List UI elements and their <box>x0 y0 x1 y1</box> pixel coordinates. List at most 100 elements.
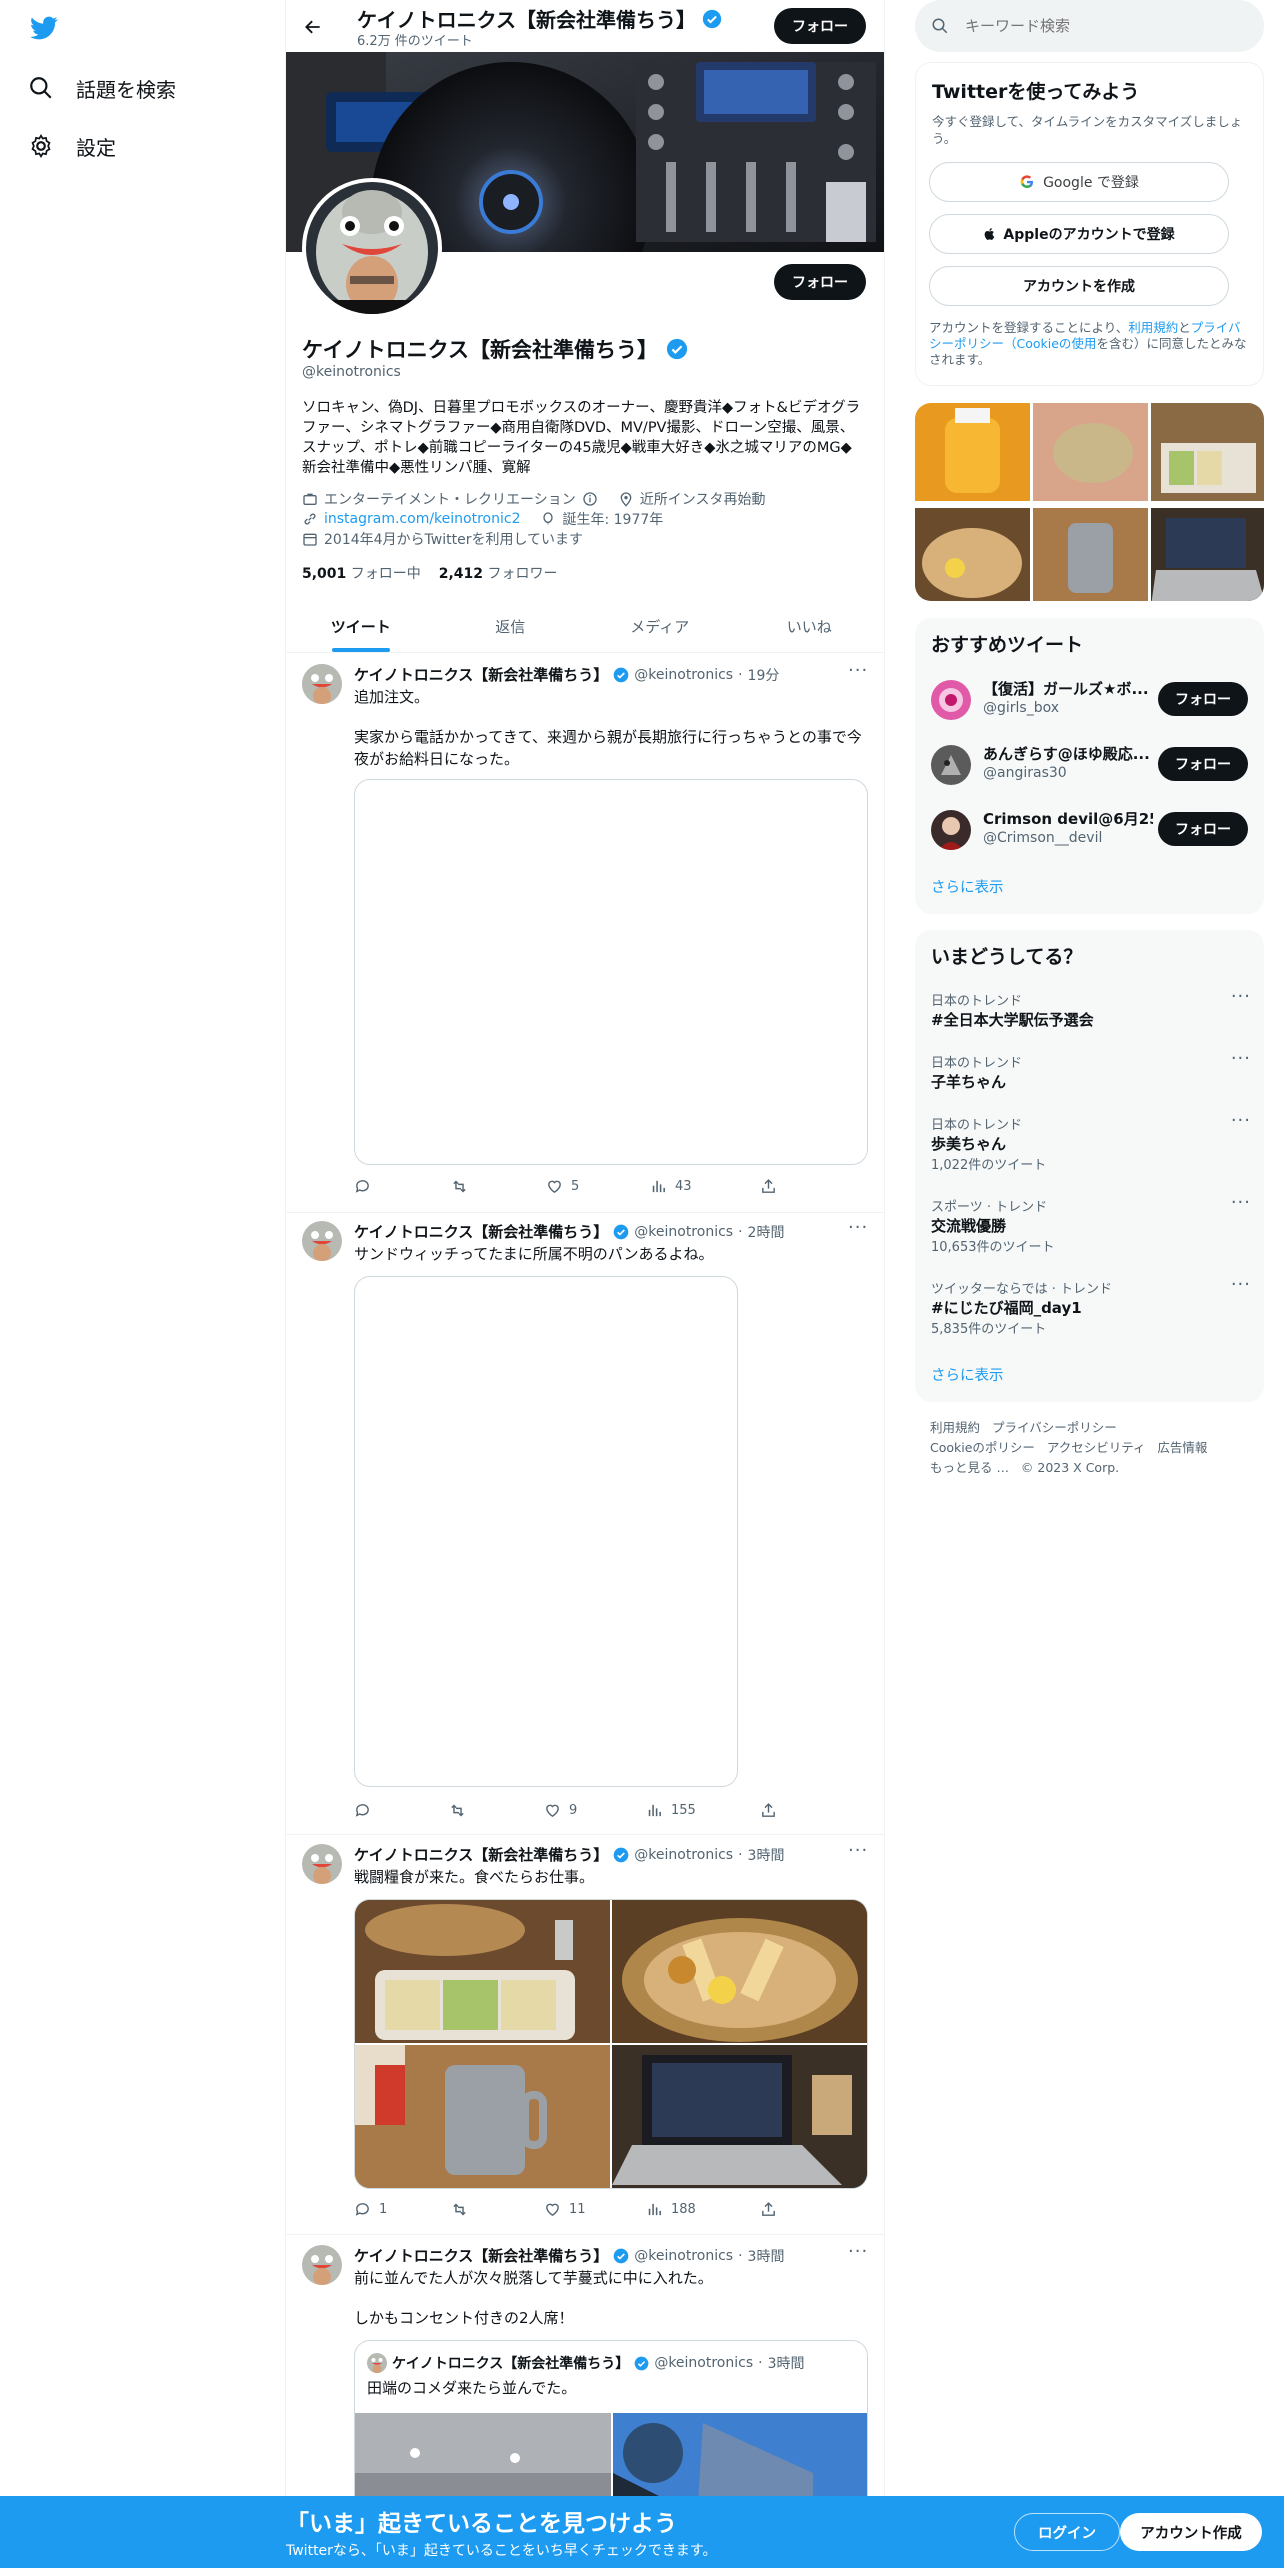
tweet-photo[interactable] <box>355 1900 610 2043</box>
trend-item[interactable]: スポーツ · トレンド 交流戦優勝 10,653件のツイート ··· <box>931 1192 1251 1266</box>
footer-link[interactable]: 広告情報 <box>1157 1440 1207 1455</box>
nav-label: 話題を検索 <box>76 77 176 102</box>
google-signup-button[interactable]: Google で登録 <box>929 162 1229 202</box>
back-button[interactable] <box>298 12 328 42</box>
tweet-time[interactable]: 3時間 <box>748 2246 785 2266</box>
trend-item[interactable]: 日本のトレンド 子羊ちゃん ··· <box>931 1048 1251 1102</box>
nav-item-explore[interactable]: 話題を検索 <box>28 70 176 106</box>
tab-tweets[interactable]: ツイート <box>286 600 436 652</box>
more-icon[interactable]: ··· <box>848 2241 868 2262</box>
views-button[interactable]: 155 <box>646 1802 696 1819</box>
views-button[interactable]: 188 <box>646 2201 696 2218</box>
media-thumb[interactable] <box>915 508 1030 601</box>
media-thumb[interactable] <box>1151 403 1264 505</box>
more-icon[interactable]: ··· <box>1231 1274 1251 1295</box>
tweet-handle[interactable]: @keinotronics <box>634 1224 733 1240</box>
tweet-time[interactable]: 19分 <box>748 665 780 685</box>
profile-follow-button[interactable]: フォロー <box>774 264 866 300</box>
tweet-handle[interactable]: @keinotronics <box>634 2248 733 2264</box>
tweet-time[interactable]: 3時間 <box>748 1845 785 1865</box>
tab-likes[interactable]: いいね <box>735 600 885 652</box>
tweet-handle[interactable]: @keinotronics <box>634 1847 733 1863</box>
tweet-author-name[interactable]: ケイノトロニクス【新会社準備ちう】 <box>354 1221 608 1242</box>
tweet-photo[interactable] <box>612 1900 867 2043</box>
tweet-photo[interactable] <box>612 2045 867 2188</box>
recommended-user[interactable]: Crimson devil@6月25... @Crimson__devil フォ… <box>931 806 1251 854</box>
retweet-button[interactable] <box>448 1802 475 1819</box>
more-icon[interactable]: ··· <box>848 660 868 681</box>
footer-link[interactable]: 利用規約 <box>930 1420 980 1435</box>
trend-item[interactable]: ツイッターならでは · トレンド #にじたび福岡_day1 5,835件のツイー… <box>931 1274 1251 1348</box>
more-icon[interactable]: ··· <box>1231 1048 1251 1069</box>
user-avatar <box>931 810 971 850</box>
tweet-photo[interactable] <box>355 2045 610 2188</box>
search-box[interactable] <box>915 0 1264 52</box>
more-icon[interactable]: ··· <box>1231 986 1251 1007</box>
tweet-avatar[interactable] <box>302 2245 342 2285</box>
recommended-user[interactable]: あんぎらす@ほゆ殿応... @angiras30 フォロー <box>931 741 1251 789</box>
footer-link[interactable]: もっと見る … <box>930 1460 1009 1475</box>
signup-button[interactable]: アカウント作成 <box>1120 2513 1262 2551</box>
tweet-media[interactable] <box>354 1276 738 1787</box>
tweet-author-name[interactable]: ケイノトロニクス【新会社準備ちう】 <box>354 664 608 685</box>
media-thumb[interactable] <box>1033 508 1148 601</box>
followers-link[interactable]: 2,412 フォロワー <box>439 563 558 583</box>
login-button[interactable]: ログイン <box>1014 2513 1120 2551</box>
follow-button[interactable]: フォロー <box>1158 812 1248 846</box>
like-button[interactable]: 11 <box>544 2201 586 2218</box>
more-icon[interactable]: ··· <box>848 1840 868 1861</box>
more-icon[interactable]: ··· <box>848 1217 868 1238</box>
nav-item-settings[interactable]: 設定 <box>28 128 116 164</box>
trend-item[interactable]: 日本のトレンド 歩美ちゃん 1,022件のツイート ··· <box>931 1110 1251 1184</box>
retweet-icon <box>451 1804 464 1817</box>
views-button[interactable]: 43 <box>650 1178 692 1195</box>
tweet-media[interactable] <box>354 779 868 1165</box>
footer-link[interactable]: プライバシーポリシー <box>992 1420 1117 1435</box>
like-button[interactable]: 9 <box>544 1802 577 1819</box>
profile-url[interactable]: instagram.com/keinotronic2 <box>324 511 520 527</box>
following-link[interactable]: 5,001 フォロー中 <box>302 563 421 583</box>
header-tweet-count: 6.2万 件のツイート <box>357 34 473 49</box>
follow-button[interactable]: フォロー <box>1158 682 1248 716</box>
trend-name: #全日本大学駅伝予選会 <box>931 1011 1094 1029</box>
more-icon[interactable]: ··· <box>1231 1110 1251 1131</box>
tweet-avatar[interactable] <box>302 664 342 704</box>
share-button[interactable] <box>760 2201 777 2218</box>
tweet-avatar[interactable] <box>302 1844 342 1884</box>
footer-link[interactable]: Cookieのポリシー <box>930 1440 1035 1455</box>
info-icon[interactable] <box>582 491 598 507</box>
tweet-author-name[interactable]: ケイノトロニクス【新会社準備ちう】 <box>354 1844 608 1865</box>
more-icon[interactable]: ··· <box>1231 1192 1251 1213</box>
terms-link[interactable]: 利用規約 <box>1128 320 1178 335</box>
follow-button[interactable]: フォロー <box>1158 747 1248 781</box>
tweet-handle[interactable]: @keinotronics <box>634 667 733 683</box>
create-account-button[interactable]: アカウントを作成 <box>929 266 1229 306</box>
media-thumb[interactable] <box>1033 403 1148 505</box>
retweet-button[interactable] <box>450 2201 477 2218</box>
reply-button[interactable] <box>354 1178 379 1195</box>
tab-media[interactable]: メディア <box>585 600 735 652</box>
reply-button[interactable] <box>354 1802 379 1819</box>
recommended-user[interactable]: 【復活】ガールズ★ボ... @girls_box フォロー <box>931 676 1251 724</box>
media-thumb[interactable] <box>915 403 1030 505</box>
tweet-avatar[interactable] <box>302 1221 342 1261</box>
search-input[interactable] <box>965 17 1225 35</box>
footer-link[interactable]: アクセシビリティ <box>1047 1440 1146 1455</box>
twitter-logo[interactable] <box>28 14 60 42</box>
recommended-more-link[interactable]: さらに表示 <box>931 876 1004 897</box>
trend-item[interactable]: 日本のトレンド #全日本大学駅伝予選会 ··· <box>931 986 1251 1040</box>
share-button[interactable] <box>760 1802 777 1819</box>
like-button[interactable]: 5 <box>546 1178 579 1195</box>
tweet-author-name[interactable]: ケイノトロニクス【新会社準備ちう】 <box>354 2245 608 2266</box>
retweet-button[interactable] <box>450 1178 477 1195</box>
share-button[interactable] <box>760 1178 777 1195</box>
tweet-time[interactable]: 2時間 <box>748 1222 785 1242</box>
media-thumb[interactable] <box>1151 508 1264 601</box>
reply-button[interactable]: 1 <box>354 2201 387 2218</box>
profile-avatar[interactable] <box>302 178 442 318</box>
tab-replies[interactable]: 返信 <box>436 600 586 652</box>
trends-more-link[interactable]: さらに表示 <box>931 1364 1004 1385</box>
apple-signup-button[interactable]: Appleのアカウントで登録 <box>929 214 1229 254</box>
views-icon <box>652 1180 665 1193</box>
header-follow-button[interactable]: フォロー <box>774 8 866 44</box>
